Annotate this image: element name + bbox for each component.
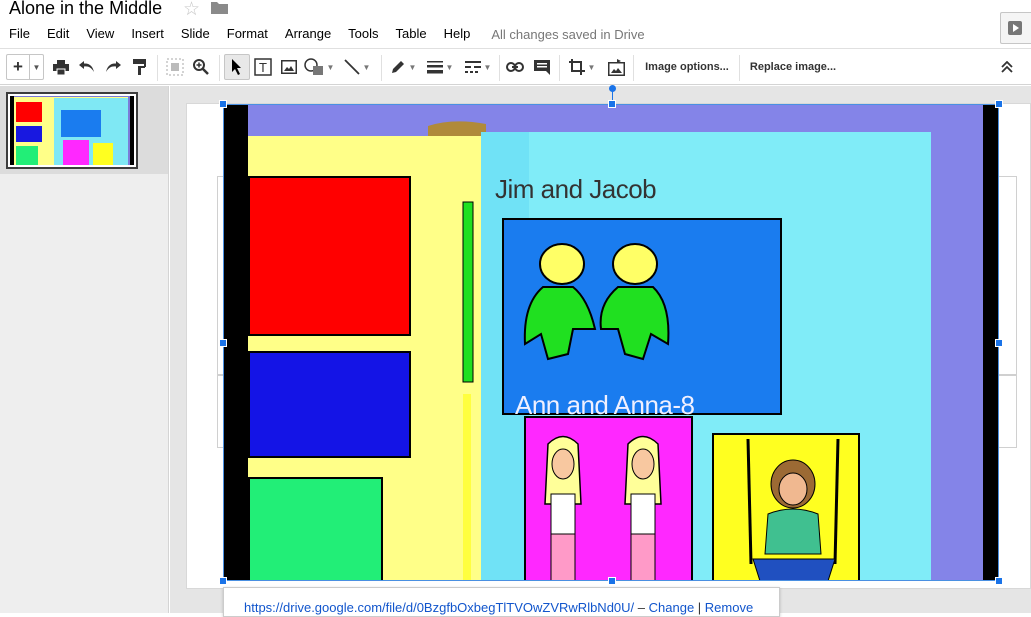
chevron-down-icon: ▼ [483,62,492,72]
undo-icon [79,61,94,72]
redo-icon [106,61,121,72]
menu-tools[interactable]: Tools [339,25,386,43]
pen-icon [391,61,404,73]
menu-insert[interactable]: Insert [122,25,172,43]
svg-text:T: T [259,60,267,75]
menu-bar: File Edit View Insert Slide Format Arran… [0,24,645,44]
reset-image-button[interactable] [604,54,628,80]
title-bar: Alone in the Middle ☆ [0,0,1031,44]
image-icon [281,60,297,74]
paint-format-button[interactable] [129,54,151,80]
toolbar-divider [219,55,220,81]
crop-icon [568,59,585,75]
textbox-icon: T [254,58,272,76]
folder-icon[interactable] [211,1,228,14]
select-icon [232,59,241,75]
menu-arrange[interactable]: Arrange [276,25,339,43]
toolbar-divider [499,55,500,81]
menu-help[interactable]: Help [435,25,479,43]
selected-image[interactable]: Jim and Jacob Ann and Anna-8 [223,104,999,581]
comment-icon [534,59,550,75]
thumbnail-image [10,96,134,165]
print-icon [53,59,69,75]
resize-handle-sw[interactable] [219,577,227,585]
image-options-button[interactable]: Image options... [639,54,735,80]
print-button[interactable] [50,54,72,80]
line-button[interactable]: ▼ [340,54,374,80]
chevron-down-icon: ▼ [362,62,371,72]
link-icon [506,62,524,72]
present-button[interactable] [1000,12,1031,44]
chevron-down-icon: ▼ [326,62,335,72]
collapse-icon [1001,61,1013,73]
toolbar: + ▼ T ▼ ▼ ▼ ▼ ▼ ▼ Image options... Repla… [0,48,1031,85]
replace-image-button[interactable]: Replace image... [745,54,841,80]
chevron-down-icon[interactable]: ▼ [29,55,43,79]
border-dash-button[interactable]: ▼ [462,54,494,80]
zoom-icon [193,59,209,75]
redo-button[interactable] [102,54,124,80]
shape-icon [303,58,323,75]
menu-edit[interactable]: Edit [38,25,77,43]
present-icon [1008,21,1022,35]
document-title[interactable]: Alone in the Middle [9,0,162,19]
menu-view[interactable]: View [77,25,122,43]
image-caption-ann-anna: Ann and Anna-8 [515,390,695,420]
new-slide-button[interactable]: + ▼ [6,54,44,80]
star-icon[interactable]: ☆ [183,0,200,21]
border-weight-button[interactable]: ▼ [424,54,456,80]
chevron-down-icon: ▼ [408,62,417,72]
toolbar-divider [739,55,740,81]
line-weight-icon [426,61,443,74]
insert-link-button[interactable] [504,54,526,80]
image-caption-jim-jacob: Jim and Jacob [495,174,657,204]
resize-handle-nw[interactable] [219,100,227,108]
line-icon [343,59,360,75]
menu-format[interactable]: Format [218,25,276,43]
reset-image-icon [607,58,625,76]
zoom-fit-icon [166,58,184,76]
toolbar-divider [559,55,560,81]
plus-icon: + [13,57,23,76]
undo-button[interactable] [76,54,98,80]
menu-file[interactable]: File [0,25,38,43]
paint-format-icon [133,59,146,75]
zoom-button[interactable] [190,54,212,80]
chevron-down-icon: ▼ [445,62,454,72]
slide-filmstrip [0,86,169,613]
zoom-fit-button[interactable] [164,54,186,80]
chevron-down-icon: ▼ [587,62,596,72]
collapse-toolbar-button[interactable] [995,54,1019,80]
menu-slide[interactable]: Slide [172,25,218,43]
resize-handle-e[interactable] [995,339,1003,347]
toolbar-divider [157,55,158,81]
menu-table[interactable]: Table [387,25,435,43]
resize-handle-s[interactable] [608,577,616,585]
crop-button[interactable]: ▼ [565,54,599,80]
save-status[interactable]: All changes saved in Drive [491,27,644,42]
resize-handle-ne[interactable] [995,100,1003,108]
resize-handle-se[interactable] [995,577,1003,585]
border-color-button[interactable]: ▼ [388,54,418,80]
insert-image-button[interactable] [278,54,300,80]
select-tool-button[interactable] [224,54,250,80]
rotate-handle[interactable] [609,85,616,92]
slide-thumbnail-1[interactable] [6,92,138,169]
resize-handle-n[interactable] [608,100,616,108]
textbox-button[interactable]: T [252,54,274,80]
resize-handle-w[interactable] [219,339,227,347]
comment-button[interactable] [531,54,553,80]
line-dash-icon [464,61,481,73]
toolbar-divider [633,55,634,81]
toolbar-divider [381,55,382,81]
shape-button[interactable]: ▼ [302,54,336,80]
